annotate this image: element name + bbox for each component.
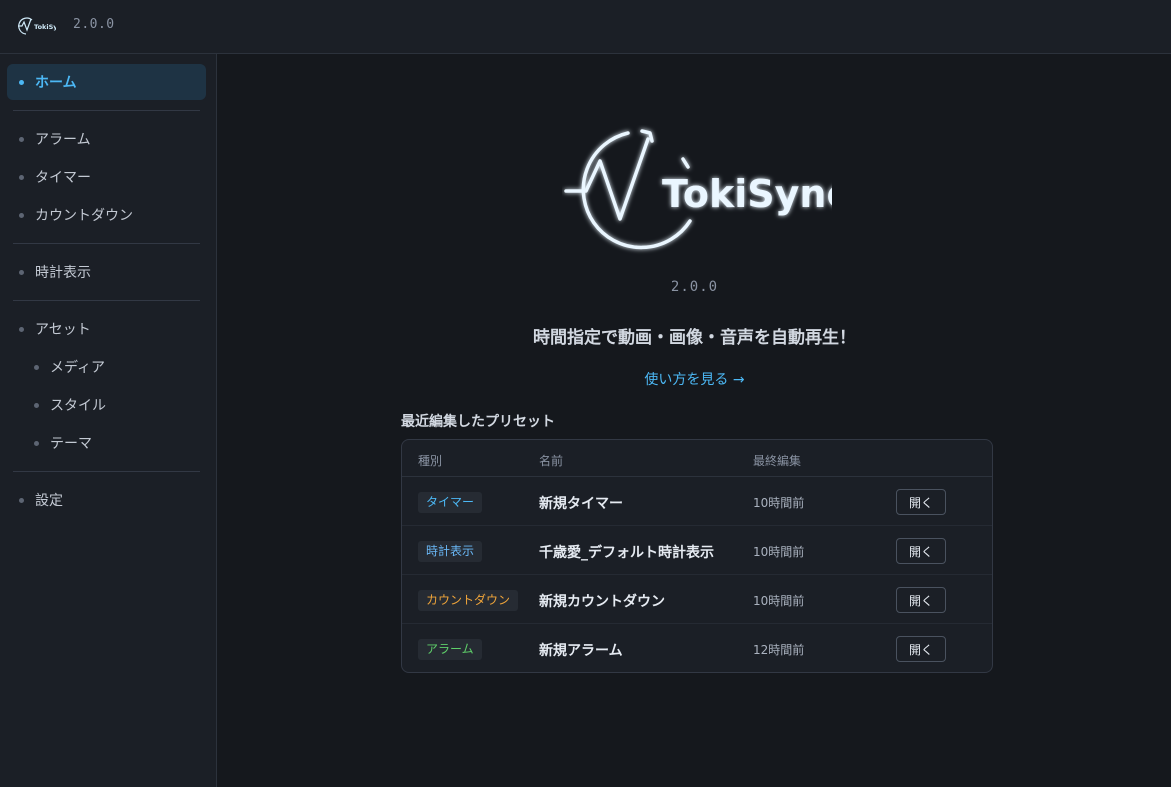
- bullet-icon: [19, 136, 24, 142]
- svg-text:TokiSync: TokiSync: [662, 172, 832, 216]
- sidebar-item-clock[interactable]: 時計表示: [7, 254, 206, 290]
- column-header-type: 種別: [418, 454, 443, 468]
- app-header: TokiSync 2.0.0: [0, 0, 1171, 54]
- sidebar-divider: [13, 471, 200, 472]
- type-badge: カウントダウン: [418, 590, 519, 611]
- preset-name: 新規タイマー: [539, 496, 623, 512]
- preset-name: 新規アラーム: [539, 643, 623, 659]
- preset-name: 千歳愛_デフォルト時計表示: [539, 545, 714, 561]
- tagline: 時間指定で動画・画像・音声を自動再生！: [533, 328, 856, 348]
- sidebar-divider: [13, 110, 200, 111]
- header-version: 2.0.0: [73, 17, 115, 32]
- bullet-icon: [34, 364, 39, 370]
- sidebar-item-assets[interactable]: アセット: [7, 311, 206, 347]
- sidebar-divider: [13, 243, 200, 244]
- table-row: アラーム 新規アラーム 12時間前 開く: [402, 624, 992, 672]
- type-badge: タイマー: [418, 492, 483, 513]
- open-button[interactable]: 開く: [896, 489, 946, 515]
- type-badge: 時計表示: [418, 541, 483, 562]
- table-row: 時計表示 千歳愛_デフォルト時計表示 10時間前 開く: [402, 526, 992, 575]
- column-header-edited: 最終編集: [753, 454, 802, 468]
- bullet-icon: [34, 440, 39, 446]
- sidebar-item-label: 設定: [35, 493, 63, 509]
- app-window: TokiSync 2.0.0 ホーム アラーム タイマー カウントダウン 時計表…: [0, 0, 1171, 787]
- sidebar-item-countdown[interactable]: カウントダウン: [7, 197, 206, 233]
- sidebar-item-label: メディア: [50, 360, 106, 376]
- sidebar-item-label: 時計表示: [35, 265, 91, 281]
- bullet-icon: [19, 326, 24, 332]
- recent-presets-table: 種別 名前 最終編集 タイマー 新規タイマー 10時間前 開く 時計表示 千歳愛…: [401, 439, 993, 673]
- app-version: 2.0.0: [670, 279, 719, 295]
- sidebar-item-theme[interactable]: テーマ: [7, 425, 206, 461]
- howto-link[interactable]: 使い方を見る →: [644, 372, 744, 388]
- sidebar-divider: [13, 300, 200, 301]
- main-content: TokiSync 2.0.0 時間指定で動画・画像・音声を自動再生！ 使い方を見…: [218, 55, 1171, 787]
- bullet-icon: [34, 402, 39, 408]
- type-badge: アラーム: [418, 639, 482, 660]
- bullet-icon: [19, 212, 24, 218]
- bullet-icon: [19, 79, 24, 85]
- last-edited: 10時間前: [753, 496, 805, 510]
- bullet-icon: [19, 269, 24, 275]
- sidebar-item-media[interactable]: メディア: [7, 349, 206, 385]
- sidebar-item-label: ホーム: [35, 75, 77, 91]
- sidebar-item-label: タイマー: [35, 170, 91, 186]
- column-header-name: 名前: [539, 454, 564, 468]
- open-button[interactable]: 開く: [896, 538, 946, 564]
- sidebar-item-label: スタイル: [50, 398, 106, 414]
- table-row: カウントダウン 新規カウントダウン 10時間前 開く: [402, 575, 992, 624]
- table-row: タイマー 新規タイマー 10時間前 開く: [402, 477, 992, 526]
- sidebar-item-style[interactable]: スタイル: [7, 387, 206, 423]
- sidebar-item-settings[interactable]: 設定: [7, 482, 206, 518]
- last-edited: 10時間前: [753, 545, 805, 559]
- sidebar-item-alarm[interactable]: アラーム: [7, 121, 206, 157]
- open-button[interactable]: 開く: [896, 636, 946, 662]
- sidebar-item-timer[interactable]: タイマー: [7, 159, 206, 195]
- sidebar-item-label: テーマ: [50, 436, 92, 452]
- svg-text:TokiSync: TokiSync: [34, 23, 56, 31]
- sidebar-item-home[interactable]: ホーム: [7, 64, 206, 100]
- table-header: 種別 名前 最終編集: [402, 440, 992, 477]
- bullet-icon: [19, 174, 24, 180]
- tokisync-logo-small[interactable]: TokiSync: [16, 14, 56, 38]
- sidebar-item-label: アセット: [35, 322, 91, 338]
- howto-link-container: 使い方を見る →: [218, 369, 1171, 389]
- tokisync-logo: TokiSync: [564, 129, 832, 250]
- last-edited: 10時間前: [753, 594, 805, 608]
- preset-name: 新規カウントダウン: [539, 594, 665, 610]
- sidebar: ホーム アラーム タイマー カウントダウン 時計表示 アセット メディア スタイ…: [0, 54, 217, 787]
- bullet-icon: [19, 497, 24, 503]
- recent-presets-title: 最近編集したプリセット: [401, 414, 555, 430]
- open-button[interactable]: 開く: [896, 587, 946, 613]
- sidebar-item-label: カウントダウン: [35, 208, 133, 224]
- sidebar-item-label: アラーム: [35, 132, 91, 148]
- last-edited: 12時間前: [753, 643, 805, 657]
